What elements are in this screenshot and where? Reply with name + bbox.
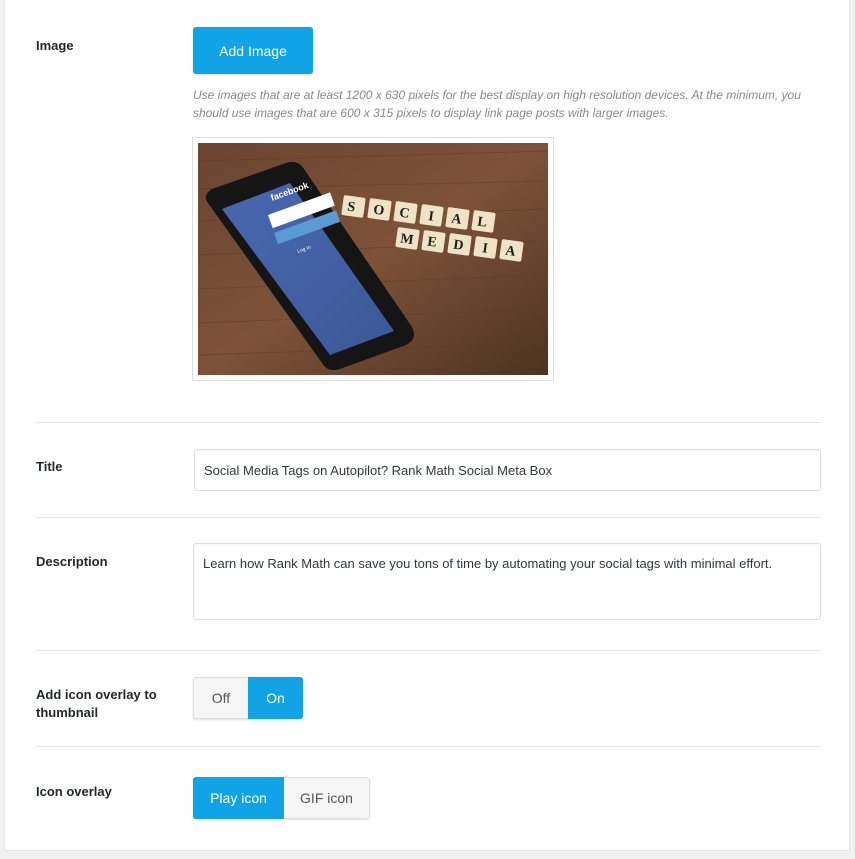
image-preview-frame[interactable]: facebook Log In S O C I A L M E D I A [192,137,554,381]
overlay-toggle-label: Add icon overlay to thumbnail [36,687,157,720]
tile-r1-2: C [398,206,410,222]
image-size-hint: Use images that are at least 1200 x 630 … [193,88,801,120]
overlay-toggle: Off On [193,677,303,719]
icon-overlay-selector: Play icon GIF icon [193,777,370,819]
icon-overlay-label: Icon overlay [36,784,112,799]
divider [36,650,821,651]
description-label: Description [36,554,108,569]
tile-r2-0: M [399,232,414,249]
social-media-photo: facebook Log In S O C I A L M E D I A [198,143,548,375]
tile-r2-2: D [452,238,464,254]
title-label: Title [36,459,63,474]
overlay-off-option[interactable]: Off [193,677,248,719]
overlay-on-option[interactable]: On [248,677,303,719]
add-image-button[interactable]: Add Image [193,27,313,74]
gif-icon-option[interactable]: GIF icon [284,777,370,819]
image-label: Image [36,38,74,53]
divider [36,422,821,423]
title-input[interactable]: Social Media Tags on Autopilot? Rank Mat… [194,449,821,491]
description-textarea[interactable]: Learn how Rank Math can save you tons of… [193,543,821,620]
divider [36,746,821,747]
social-settings-panel: Image Add Image Use images that are at l… [4,0,850,851]
image-preview: facebook Log In S O C I A L M E D I A [198,143,548,375]
divider [36,517,821,518]
play-icon-option[interactable]: Play icon [193,777,284,819]
tile-r1-1: O [372,203,385,219]
